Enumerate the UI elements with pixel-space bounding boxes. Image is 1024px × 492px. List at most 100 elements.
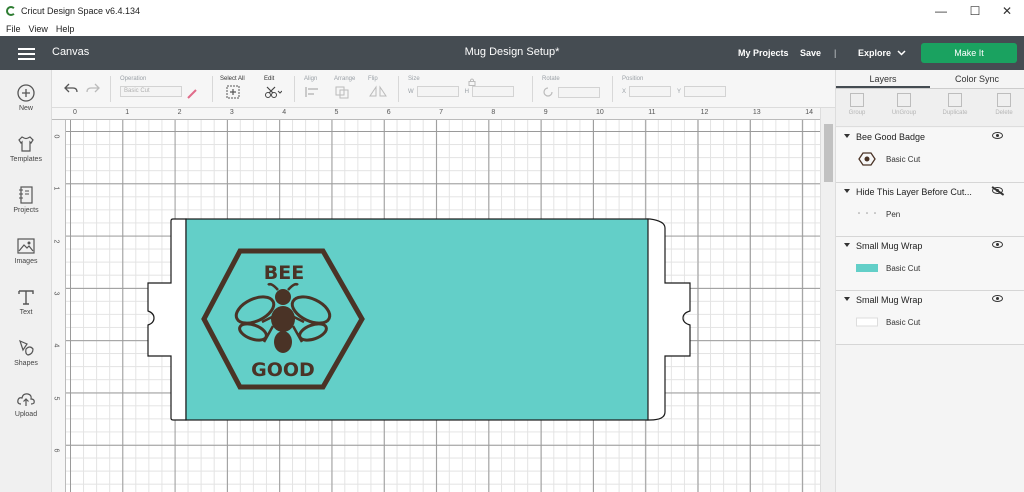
rotate-icon <box>543 87 553 97</box>
ruler-tick-label: 13 <box>752 109 761 116</box>
layer-group[interactable]: Hide This Layer Before Cut... Pen <box>836 183 1024 237</box>
cricut-logo-icon <box>6 5 16 16</box>
sidebar-label: Templates <box>10 156 42 163</box>
minimize-button[interactable]: — <box>924 0 958 21</box>
ungroup-button[interactable]: UnGroup <box>886 93 922 116</box>
layer-child[interactable]: Pen <box>856 205 1016 225</box>
arrange-icon[interactable] <box>334 85 352 99</box>
window-titlebar: Cricut Design Space v6.4.134 <box>0 0 1024 21</box>
save-button[interactable]: Save <box>800 48 821 58</box>
ungroup-label: UnGroup <box>891 110 917 116</box>
header-separator: | <box>834 48 837 58</box>
teal-swatch-thumbnail <box>856 264 878 272</box>
my-projects-button[interactable]: My Projects <box>738 48 789 58</box>
arrange-group: Arrange <box>334 76 355 99</box>
tab-layers[interactable]: Layers <box>836 70 930 88</box>
operation-select[interactable]: Basic Cut <box>120 86 182 97</box>
close-button[interactable]: ✕ <box>990 0 1024 21</box>
menu-help[interactable]: Help <box>56 24 75 34</box>
rotate-input[interactable] <box>558 86 600 98</box>
height-input[interactable] <box>472 86 515 97</box>
sidebar-item-text[interactable]: Text <box>0 287 52 331</box>
badge-text-top: BEE <box>264 262 304 284</box>
sidebar-item-templates[interactable]: Templates <box>0 134 52 178</box>
maximize-button[interactable]: ☐ <box>958 0 992 21</box>
layer-name: Small Mug Wrap <box>856 241 923 251</box>
sidebar-item-images[interactable]: Images <box>0 236 52 280</box>
delete-button[interactable]: Delete <box>986 93 1022 116</box>
sidebar-label: Upload <box>14 411 38 418</box>
y-input[interactable] <box>684 86 727 97</box>
select-all-icon[interactable] <box>226 85 240 99</box>
window-title: Cricut Design Space v6.4.134 <box>21 5 141 16</box>
sidebar-label: Images <box>14 258 38 265</box>
sidebar-label: Text <box>19 309 33 316</box>
white-swatch-thumbnail <box>856 317 878 327</box>
align-label: Align <box>304 76 318 82</box>
layer-child[interactable]: Basic Cut <box>856 313 1016 333</box>
ruler-tick-label: 2 <box>177 109 182 116</box>
ungroup-icon <box>897 93 911 107</box>
flip-label: Flip <box>368 76 378 82</box>
delete-label: Delete <box>995 110 1013 116</box>
trash-icon <box>997 93 1011 107</box>
layer-child[interactable]: Basic Cut <box>856 259 1016 279</box>
ruler-tick-label: 2 <box>52 239 60 244</box>
upload-cloud-icon <box>17 393 35 406</box>
sidebar-item-new[interactable]: New <box>0 83 52 127</box>
hamburger-menu-icon[interactable] <box>18 48 35 60</box>
sidebar-item-shapes[interactable]: Shapes <box>0 338 52 382</box>
x-label: X <box>622 88 627 95</box>
caret-down-icon[interactable] <box>844 189 850 193</box>
sidebar-item-projects[interactable]: Projects <box>0 185 52 229</box>
align-group: Align <box>304 76 322 99</box>
design-canvas[interactable]: BEE GOOD <box>66 120 820 492</box>
pen-color-icon[interactable] <box>186 88 198 100</box>
plus-circle-icon <box>17 84 35 102</box>
eye-icon[interactable] <box>992 241 1003 248</box>
edit-toolbar: Operation Basic Cut Select All Edit Alig… <box>52 70 835 108</box>
ruler-tick-label: 3 <box>229 109 234 116</box>
sidebar-label: Shapes <box>14 360 38 367</box>
caret-down-icon[interactable] <box>844 134 850 138</box>
canvas-vertical-scrollbar[interactable] <box>820 108 835 492</box>
make-it-button[interactable]: Make It <box>921 43 1017 63</box>
layer-group[interactable]: Small Mug Wrap Basic Cut <box>836 291 1024 345</box>
layer-group[interactable]: Bee Good Badge Basic Cut <box>836 128 1024 183</box>
menu-view[interactable]: View <box>29 24 48 34</box>
scissors-icon[interactable] <box>264 85 282 99</box>
redo-icon[interactable] <box>86 82 100 94</box>
canvas-label: Canvas <box>52 46 90 58</box>
scrollbar-thumb[interactable] <box>824 124 833 182</box>
align-icon[interactable] <box>304 85 322 99</box>
ruler-tick-label: 1 <box>52 186 60 191</box>
tab-color-sync[interactable]: Color Sync <box>930 70 1024 88</box>
duplicate-icon <box>948 93 962 107</box>
layer-group[interactable]: Small Mug Wrap Basic Cut <box>836 237 1024 291</box>
group-button[interactable]: Group <box>839 93 875 116</box>
layer-name: Hide This Layer Before Cut... <box>856 187 972 197</box>
explore-dropdown[interactable]: Explore <box>858 48 891 58</box>
eye-icon[interactable] <box>992 295 1003 302</box>
caret-down-icon[interactable] <box>844 297 850 301</box>
ruler-tick-label: 8 <box>491 109 496 116</box>
notebook-icon <box>19 186 33 204</box>
x-input[interactable] <box>629 86 672 97</box>
sidebar-item-upload[interactable]: Upload <box>0 389 52 433</box>
text-icon <box>18 290 34 305</box>
vertical-ruler <box>52 120 66 492</box>
flip-group: Flip <box>368 76 388 99</box>
caret-down-icon[interactable] <box>844 243 850 247</box>
menu-file[interactable]: File <box>6 24 21 34</box>
eye-hidden-icon[interactable] <box>992 187 1003 194</box>
width-input[interactable] <box>416 86 459 97</box>
group-icon <box>850 93 864 107</box>
flip-icon[interactable] <box>368 85 388 99</box>
layer-child[interactable]: Basic Cut <box>856 150 1016 170</box>
position-group: Position X Y <box>622 76 727 97</box>
lock-icon[interactable] <box>468 78 476 86</box>
eye-icon[interactable] <box>992 132 1003 139</box>
ruler-tick-label: 3 <box>52 291 60 296</box>
duplicate-button[interactable]: Duplicate <box>937 93 973 116</box>
undo-icon[interactable] <box>64 82 78 94</box>
